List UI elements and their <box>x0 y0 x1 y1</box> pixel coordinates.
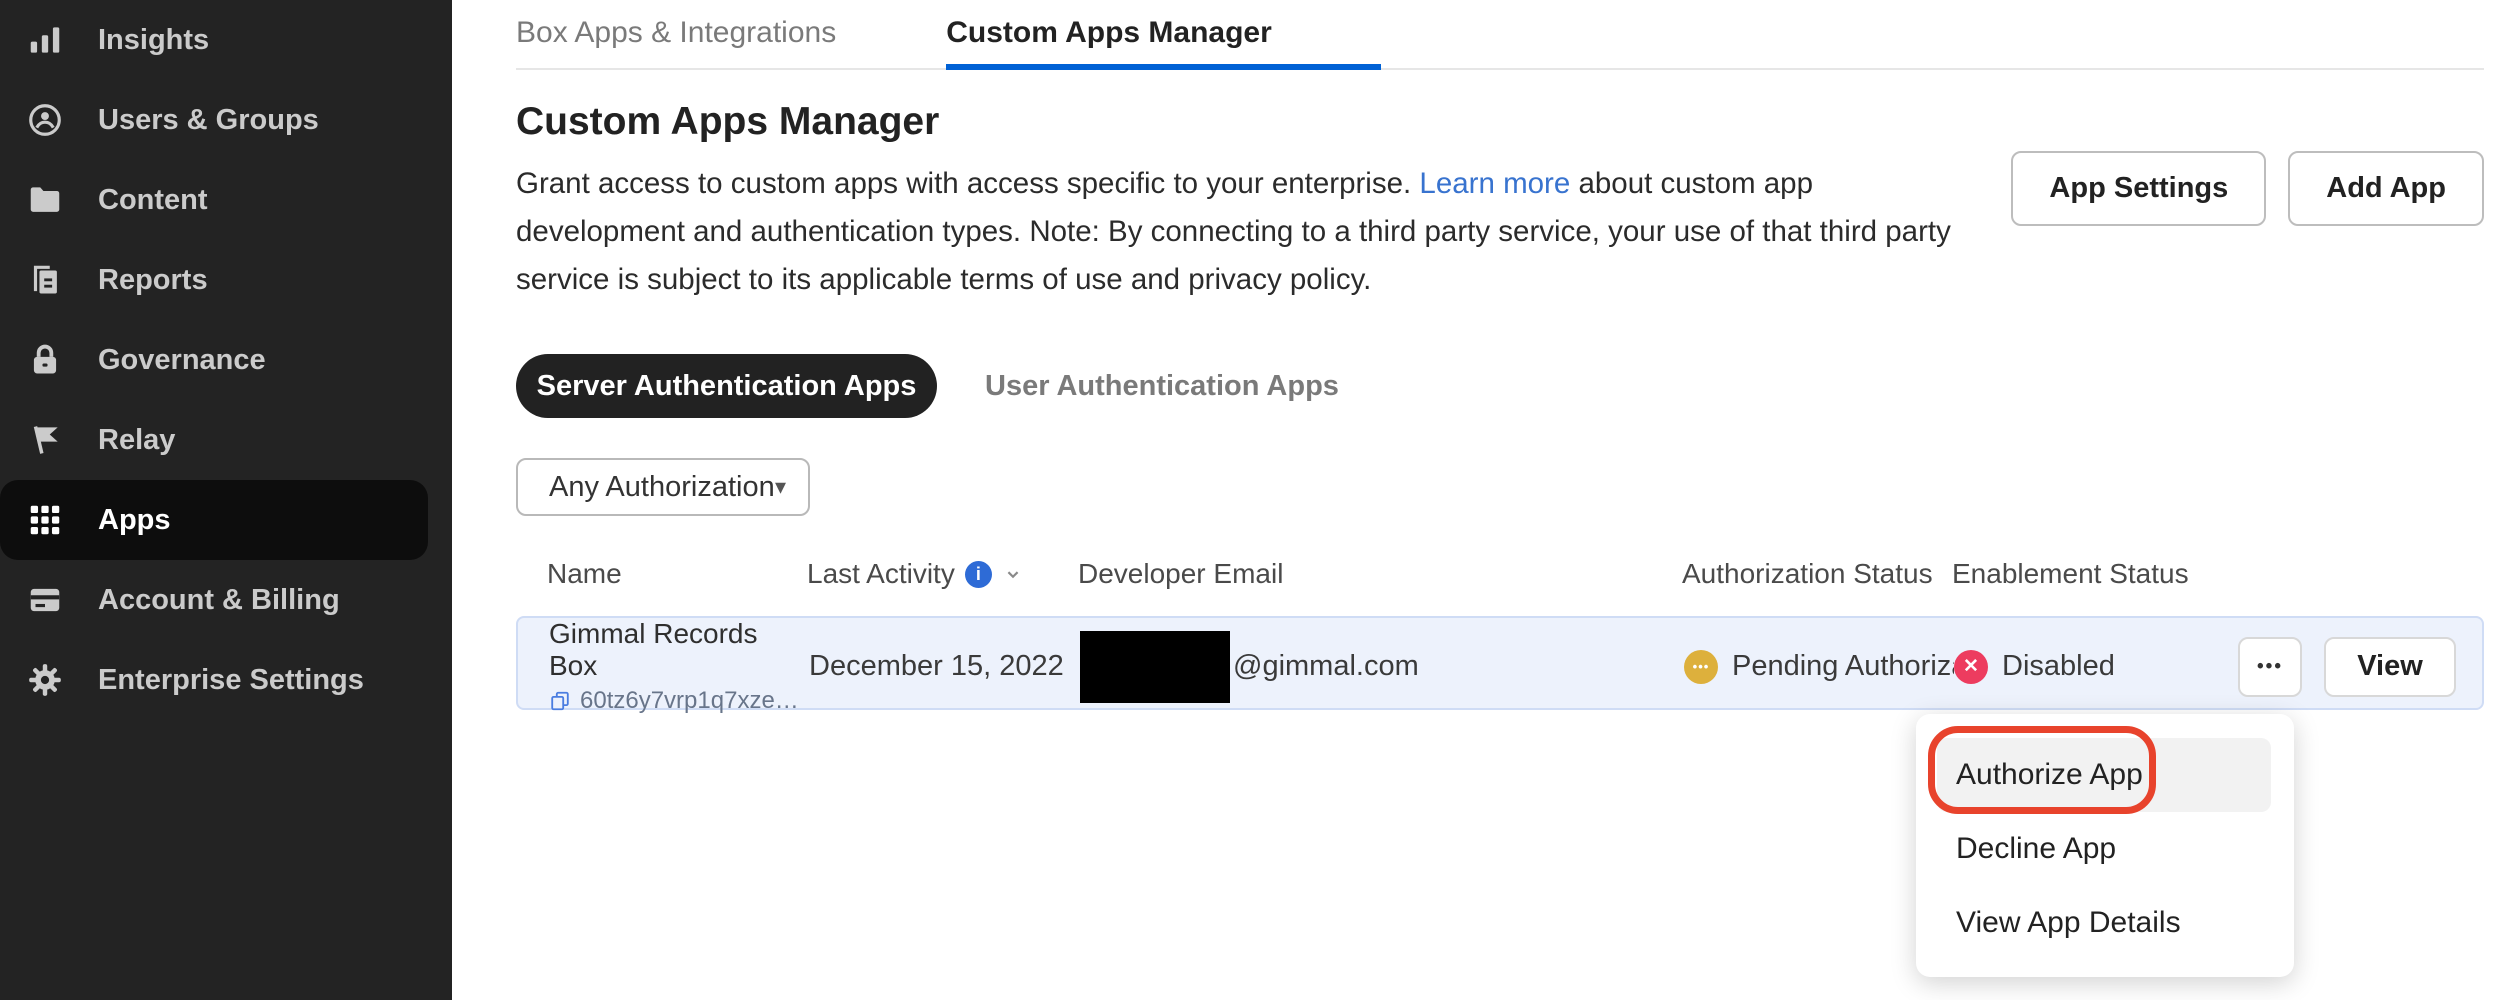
column-developer-email: Developer Email <box>1078 558 1682 590</box>
table-header: Name Last Activity i Developer Email Aut… <box>516 556 2484 592</box>
sidebar-item-content[interactable]: Content <box>0 160 452 240</box>
sidebar-item-enterprise-settings[interactable]: Enterprise Settings <box>0 640 452 720</box>
info-icon[interactable]: i <box>965 561 992 588</box>
page-header-text: Custom Apps Manager Grant access to cust… <box>516 100 1976 304</box>
sidebar-item-apps[interactable]: Apps <box>0 480 428 560</box>
column-last-activity: Last Activity i <box>807 558 1078 590</box>
app-id-text: 60tz6y7vrp1q7xze… <box>580 687 799 715</box>
sidebar-item-label: Reports <box>98 264 208 297</box>
app-name-cell: Gimmal Records Box 60tz6y7vrp1q7xze… <box>549 618 809 715</box>
authorization-status-text: Pending Authorization <box>1732 650 1954 683</box>
column-enablement-status: Enablement Status <box>1952 558 2216 590</box>
app-settings-button[interactable]: App Settings <box>2011 151 2266 226</box>
enablement-status-text: Disabled <box>2002 650 2115 683</box>
user-auth-apps-pill[interactable]: User Authentication Apps <box>985 354 1339 418</box>
sidebar-item-label: Insights <box>98 24 209 57</box>
row-context-menu: Authorize App Decline App View App Detai… <box>1916 714 2294 977</box>
authorization-filter-dropdown[interactable]: Any Authorization ▾ <box>516 458 810 516</box>
flag-icon <box>26 421 64 459</box>
sidebar-item-insights[interactable]: Insights <box>0 0 452 80</box>
last-activity-cell: December 15, 2022 <box>809 650 1080 683</box>
reports-pages-icon <box>26 261 64 299</box>
sidebar-item-governance[interactable]: Governance <box>0 320 452 400</box>
sidebar-item-label: Content <box>98 184 208 217</box>
gear-icon <box>26 661 64 699</box>
dropdown-value: Any Authorization <box>549 471 775 504</box>
sidebar-item-reports[interactable]: Reports <box>0 240 452 320</box>
column-name: Name <box>547 558 807 590</box>
menu-item-authorize-app[interactable]: Authorize App <box>1937 738 2271 812</box>
redaction-box <box>1080 631 1230 703</box>
server-auth-apps-pill[interactable]: Server Authentication Apps <box>516 354 937 418</box>
lock-icon <box>26 341 64 379</box>
add-app-button[interactable]: Add App <box>2288 151 2484 226</box>
sidebar-item-label: Governance <box>98 344 266 377</box>
tab-bar: Box Apps & Integrations Custom Apps Mana… <box>516 0 2484 70</box>
menu-item-decline-app[interactable]: Decline App <box>1916 812 2294 886</box>
authorization-status-cell: ••• Pending Authorization <box>1684 650 1954 684</box>
sidebar-item-label: Enterprise Settings <box>98 664 364 697</box>
sidebar: Insights Users & Groups Content Reports … <box>0 0 452 1000</box>
disabled-status-icon: ✕ <box>1954 650 1988 684</box>
sidebar-item-label: Account & Billing <box>98 584 340 617</box>
sidebar-item-label: Users & Groups <box>98 104 319 137</box>
pending-status-icon: ••• <box>1684 650 1718 684</box>
sort-chevron-down-icon[interactable] <box>1002 563 1024 585</box>
header-actions: App Settings Add App <box>2011 151 2484 226</box>
email-domain: @gimmal.com <box>1233 650 1419 683</box>
app-id: 60tz6y7vrp1q7xze… <box>549 687 809 715</box>
sidebar-item-relay[interactable]: Relay <box>0 400 452 480</box>
sidebar-item-label: Relay <box>98 424 175 457</box>
app-table-row: Gimmal Records Box 60tz6y7vrp1q7xze… Dec… <box>516 616 2484 710</box>
page-header: Custom Apps Manager Grant access to cust… <box>516 100 2484 304</box>
tab-box-apps-integrations[interactable]: Box Apps & Integrations <box>516 16 836 68</box>
column-authorization-status: Authorization Status <box>1682 558 1952 590</box>
page-title: Custom Apps Manager <box>516 100 1976 144</box>
page-description: Grant access to custom apps with access … <box>516 160 1976 304</box>
tab-custom-apps-manager[interactable]: Custom Apps Manager <box>946 16 1381 70</box>
bar-chart-icon <box>26 21 64 59</box>
admin-console: Insights Users & Groups Content Reports … <box>0 0 2506 1000</box>
sidebar-item-users-groups[interactable]: Users & Groups <box>0 80 452 160</box>
folder-icon <box>26 181 64 219</box>
developer-email-cell: @gimmal.com <box>1080 631 1684 703</box>
menu-item-view-app-details[interactable]: View App Details <box>1916 886 2294 960</box>
description-text: Grant access to custom apps with access … <box>516 167 1419 200</box>
learn-more-link[interactable]: Learn more <box>1419 167 1570 200</box>
row-actions: ••• View <box>2218 637 2482 697</box>
apps-grid-icon <box>26 501 64 539</box>
column-label: Last Activity <box>807 558 955 590</box>
copy-icon[interactable] <box>549 690 571 712</box>
more-actions-button[interactable]: ••• <box>2238 637 2302 697</box>
sidebar-item-label: Apps <box>98 504 171 537</box>
view-button[interactable]: View <box>2324 637 2456 697</box>
user-circle-icon <box>26 101 64 139</box>
auth-type-toggle: Server Authentication Apps User Authenti… <box>516 354 2484 418</box>
credit-card-icon <box>26 581 64 619</box>
enablement-status-cell: ✕ Disabled <box>1954 650 2218 684</box>
sidebar-item-account-billing[interactable]: Account & Billing <box>0 560 452 640</box>
app-name: Gimmal Records Box <box>549 618 809 682</box>
caret-down-icon: ▾ <box>775 474 786 500</box>
